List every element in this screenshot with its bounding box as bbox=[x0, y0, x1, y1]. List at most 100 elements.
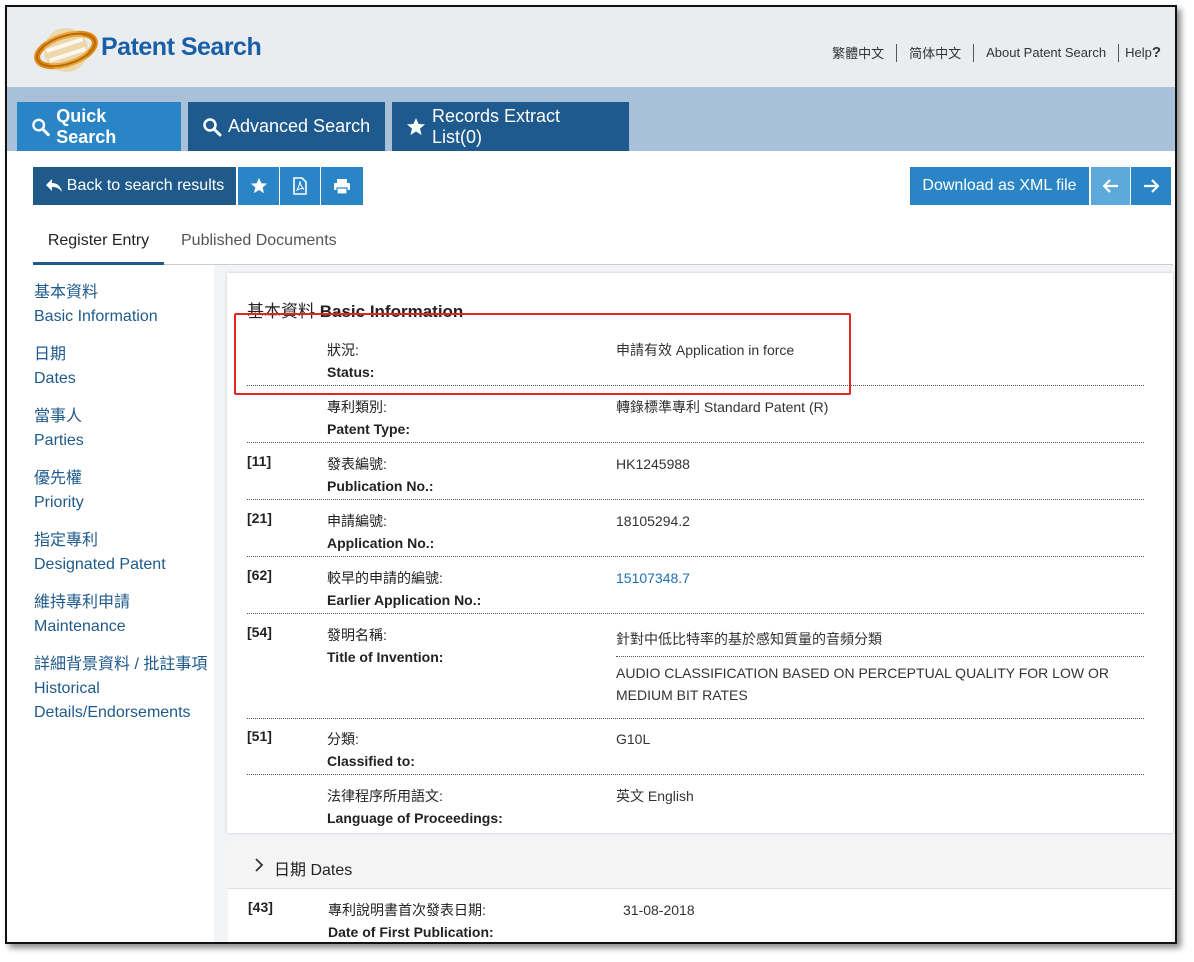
nav-label-en: Designated Patent bbox=[34, 556, 166, 573]
inner-divider bbox=[616, 656, 1144, 657]
patent-search-logo-icon[interactable] bbox=[33, 23, 99, 77]
nav-label-zh: 基本資料 bbox=[34, 284, 99, 301]
publication-no-value: HK1245988 bbox=[616, 456, 690, 472]
title-en-line-2: MEDIUM BIT RATES bbox=[616, 687, 748, 703]
row-language-of-proceedings: 法律程序所用語文: Language of Proceedings: 英文 Eng… bbox=[247, 785, 1144, 832]
section-nav: 基本資料 Basic Information 日期 Dates 當事人 Parties… bbox=[34, 281, 214, 739]
tab-published-documents[interactable]: Published Documents bbox=[181, 232, 337, 250]
row-label: 較早的申請的編號: Earlier Application No.: bbox=[327, 567, 481, 611]
help-label: Help bbox=[1125, 45, 1152, 60]
search-icon bbox=[203, 117, 222, 136]
tab-advanced-search[interactable]: Advanced Search bbox=[188, 102, 385, 151]
nav-basic-information[interactable]: 基本資料 Basic Information bbox=[34, 281, 214, 329]
label-zh: 發明名稱: bbox=[327, 627, 387, 643]
nav-label-en: Historical Details/Endorsements bbox=[34, 680, 191, 721]
row-date-first-publication: [43] 專利說明書首次發表日期: Date of First Publicati… bbox=[248, 899, 1145, 942]
previous-record-button[interactable] bbox=[1091, 167, 1130, 205]
label-zh: 法律程序所用語文: bbox=[327, 788, 443, 804]
patent-type-value: 轉錄標準專利 Standard Patent (R) bbox=[616, 399, 829, 415]
link-about[interactable]: About Patent Search bbox=[974, 45, 1118, 60]
language-value: 英文 English bbox=[616, 788, 694, 804]
download-xml-button[interactable]: Download as XML file bbox=[910, 167, 1089, 205]
back-label: Back to search results bbox=[66, 177, 225, 194]
back-to-results-button[interactable]: Back to search results bbox=[33, 167, 236, 205]
pdf-file-icon bbox=[293, 177, 307, 195]
reply-arrow-icon bbox=[45, 179, 62, 192]
title-en-value: AUDIO CLASSIFICATION BASED ON PERCEPTUAL… bbox=[616, 662, 1109, 706]
pdf-button[interactable] bbox=[280, 167, 320, 205]
row-label: 發明名稱: Title of Invention: bbox=[327, 624, 443, 668]
label-en: Date of First Publication: bbox=[328, 924, 494, 940]
row-label: 專利說明書首次發表日期: Date of First Publication: bbox=[328, 899, 494, 942]
label-en: Patent Type: bbox=[327, 421, 410, 437]
row-code: [21] bbox=[247, 510, 272, 526]
link-help[interactable]: Help? bbox=[1119, 44, 1161, 61]
nav-label-zh: 優先權 bbox=[34, 470, 83, 487]
link-traditional-chinese[interactable]: 繁體中文 bbox=[820, 43, 896, 62]
title-en-line-1: AUDIO CLASSIFICATION BASED ON PERCEPTUAL… bbox=[616, 665, 1109, 681]
row-application-no: [21] 申請編號: Application No.: 18105294.2 bbox=[247, 510, 1144, 557]
printer-icon bbox=[334, 178, 350, 195]
add-to-extract-button[interactable] bbox=[238, 167, 279, 205]
tab-label: Records Extract List(0) bbox=[432, 105, 561, 147]
row-code: [54] bbox=[247, 624, 272, 640]
label-en: Classified to: bbox=[327, 753, 415, 769]
chevron-right-icon bbox=[255, 858, 264, 872]
title-zh-value: 針對中低比特率的基於感知質量的音頻分類 bbox=[616, 631, 882, 647]
nav-label-en: Maintenance bbox=[34, 618, 126, 635]
tab-records-extract-list[interactable]: Records Extract List(0) bbox=[392, 102, 629, 151]
label-zh: 較早的申請的編號: bbox=[327, 570, 443, 586]
row-title-of-invention: [54] 發明名稱: Title of Invention: 針對中低比特率的基於… bbox=[247, 624, 1144, 719]
label-zh: 申請編號: bbox=[327, 513, 387, 529]
brand-title[interactable]: Patent Search bbox=[101, 33, 262, 62]
row-label: 法律程序所用語文: Language of Proceedings: bbox=[327, 785, 503, 829]
label-zh: 專利類別: bbox=[327, 399, 387, 415]
tab-label: Advanced Search bbox=[228, 116, 371, 136]
row-code: [62] bbox=[247, 567, 272, 583]
nav-designated-patent[interactable]: 指定專利 Designated Patent bbox=[34, 529, 214, 577]
dates-section-header[interactable]: 日期 Dates bbox=[228, 843, 1172, 889]
nav-parties[interactable]: 當事人 Parties bbox=[34, 405, 214, 453]
row-label: 申請編號: Application No.: bbox=[327, 510, 434, 554]
entry-tabs: Register Entry Published Documents bbox=[33, 223, 1173, 265]
classification-value: G10L bbox=[616, 731, 651, 747]
label-en: Title of Invention: bbox=[327, 649, 444, 665]
nav-label-zh: 維持專利申請 bbox=[34, 594, 131, 611]
row-label: 專利類別: Patent Type: bbox=[327, 396, 410, 440]
print-button[interactable] bbox=[321, 167, 363, 205]
tab-quick-search[interactable]: Quick Search bbox=[17, 102, 181, 151]
nav-maintenance[interactable]: 維持專利申請 Maintenance bbox=[34, 591, 214, 639]
dates-section-body: [43] 專利說明書首次發表日期: Date of First Publicati… bbox=[228, 889, 1172, 942]
search-tabs-bar: Quick Search Advanced Search Records Ext… bbox=[7, 87, 1175, 151]
tab-label: Quick Search bbox=[56, 105, 117, 147]
nav-label-en: Basic Information bbox=[34, 308, 158, 325]
link-simplified-chinese[interactable]: 简体中文 bbox=[897, 43, 973, 62]
nav-dates[interactable]: 日期 Dates bbox=[34, 343, 214, 391]
label-en: Language of Proceedings: bbox=[327, 810, 503, 826]
label-zh: 發表編號: bbox=[327, 456, 387, 472]
site-header: Patent Search 繁體中文 简体中文 About Patent Sea… bbox=[7, 7, 1175, 87]
nav-label-zh: 詳細背景資料 / 批註事項 bbox=[34, 656, 208, 673]
application-no-value: 18105294.2 bbox=[616, 513, 690, 529]
nav-label-zh: 指定專利 bbox=[34, 532, 99, 549]
arrow-left-icon bbox=[1102, 179, 1118, 193]
next-record-button[interactable] bbox=[1131, 167, 1171, 205]
nav-label-zh: 日期 bbox=[34, 346, 67, 363]
earlier-application-link[interactable]: 15107348.7 bbox=[616, 567, 690, 589]
tab-register-entry[interactable]: Register Entry bbox=[33, 232, 164, 265]
label-en: Publication No.: bbox=[327, 478, 434, 494]
label-en: Earlier Application No.: bbox=[327, 592, 482, 608]
nav-label-en: Parties bbox=[34, 432, 84, 449]
nav-label-en: Dates bbox=[34, 370, 76, 387]
label-zh: 分類: bbox=[327, 731, 359, 747]
row-code: [43] bbox=[248, 899, 273, 915]
row-patent-type: 專利類別: Patent Type: 轉錄標準專利 Standard Patent… bbox=[247, 396, 1144, 443]
dates-section-title: 日期 Dates bbox=[274, 862, 353, 879]
star-icon bbox=[407, 117, 425, 135]
row-label: 分類: Classified to: bbox=[327, 728, 415, 772]
nav-priority[interactable]: 優先權 Priority bbox=[34, 467, 214, 515]
row-classified-to: [51] 分類: Classified to: G10L bbox=[247, 728, 1144, 775]
row-code: [51] bbox=[247, 728, 272, 744]
row-publication-no: [11] 發表編號: Publication No.: HK1245988 bbox=[247, 453, 1144, 500]
nav-historical-details[interactable]: 詳細背景資料 / 批註事項 Historical Details/Endorsem… bbox=[34, 653, 214, 725]
